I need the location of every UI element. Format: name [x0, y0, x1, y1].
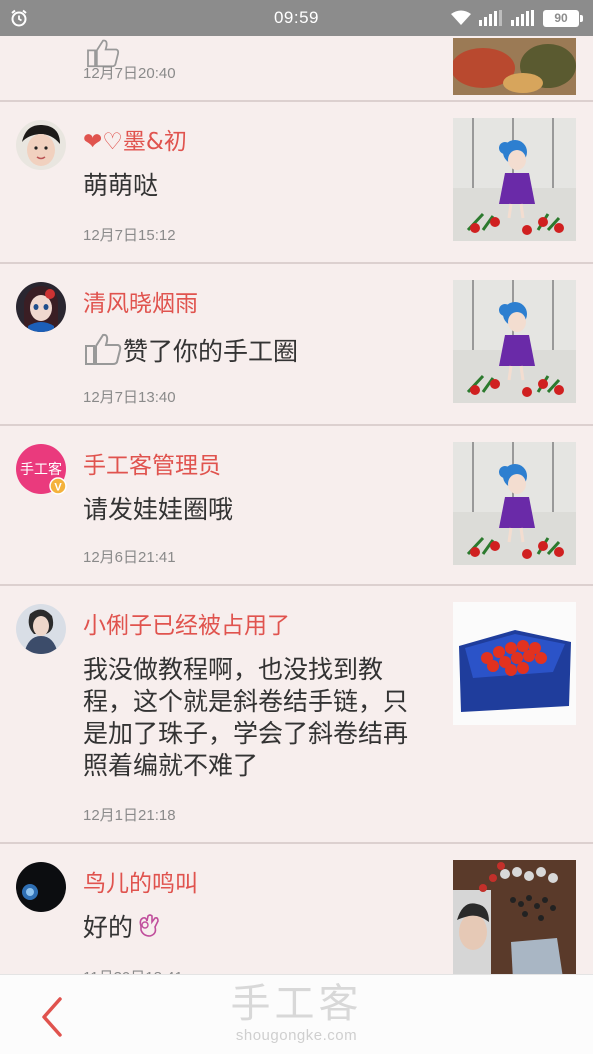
- signal-icon-2: [511, 10, 534, 26]
- list-item[interactable]: 12月7日20:40: [0, 36, 593, 102]
- list-item[interactable]: ❤♡墨&初 萌萌哒 12月7日15:12: [0, 102, 593, 264]
- brand-avatar-text: 手工客: [20, 461, 62, 478]
- ok-hand-emoji-icon: [139, 914, 159, 937]
- post-thumbnail[interactable]: [453, 118, 576, 241]
- comment-text: 赞了你的手工圈: [83, 332, 298, 368]
- comment-text: 请发娃娃圈哦: [83, 495, 234, 524]
- user-avatar[interactable]: 手工客 V: [16, 444, 67, 495]
- user-name[interactable]: 手工客管理员: [83, 446, 221, 480]
- user-name[interactable]: 鸟儿的鸣叫: [83, 864, 198, 898]
- timestamp: 12月7日15:12: [83, 227, 176, 244]
- user-avatar[interactable]: [16, 120, 66, 170]
- user-name[interactable]: 清风晓烟雨: [83, 284, 198, 318]
- comment-text: 我没做教程啊，也没找到教程，这个就是斜卷结手链，只是加了珠子，学会了斜卷结再照着…: [83, 655, 409, 780]
- liked-text: 赞了你的手工圈: [123, 337, 299, 366]
- list-item[interactable]: 手工客 V 手工客管理员 请发娃娃圈哦 12月6日21:41: [0, 426, 593, 586]
- timestamp: 12月1日21:18: [83, 807, 176, 824]
- thumbs-up-icon: [85, 333, 122, 365]
- list-item[interactable]: 清风晓烟雨 赞了你的手工圈 12月7日13:40: [0, 264, 593, 426]
- list-item[interactable]: 鸟儿的鸣叫 好的 11月30日18:41: [0, 844, 593, 974]
- user-avatar[interactable]: [16, 282, 66, 332]
- watermark-logo: 手工客 shougongke.com: [0, 981, 593, 1044]
- notification-feed[interactable]: 12月7日20:40 ❤♡墨&初 萌萌哒 12月7日15:12 清风晓烟雨 赞了…: [0, 36, 593, 974]
- timestamp: 12月6日21:41: [83, 549, 176, 566]
- battery-indicator: 90: [543, 9, 583, 27]
- signal-icon: [479, 10, 502, 26]
- post-thumbnail[interactable]: [453, 860, 576, 974]
- user-avatar[interactable]: [16, 604, 66, 654]
- user-name[interactable]: ❤♡墨&初: [83, 122, 187, 156]
- timestamp: 12月7日20:40: [83, 65, 176, 82]
- reply-text: 好的: [83, 913, 134, 942]
- user-avatar[interactable]: [16, 862, 66, 912]
- svg-text:V: V: [54, 482, 62, 494]
- post-thumbnail[interactable]: [453, 280, 576, 403]
- post-thumbnail[interactable]: [453, 38, 576, 95]
- user-name[interactable]: 小俐子已经被占用了: [83, 606, 290, 640]
- comment-text: 萌萌哒: [83, 171, 159, 200]
- list-item[interactable]: 小俐子已经被占用了 我没做教程啊，也没找到教程，这个就是斜卷结手链，只是加了珠子…: [0, 586, 593, 844]
- comment-text: 好的: [83, 912, 163, 944]
- brand-domain: shougongke.com: [235, 1027, 358, 1044]
- timestamp: 11月30日18:41: [83, 966, 183, 974]
- post-thumbnail[interactable]: [453, 442, 576, 565]
- brand-name: 手工客: [230, 981, 363, 1027]
- wifi-icon: [451, 10, 471, 25]
- bottom-bar: 手工客 shougongke.com: [0, 974, 593, 1054]
- status-bar: 09:59 90: [0, 0, 593, 36]
- post-thumbnail[interactable]: [453, 602, 576, 725]
- timestamp: 12月7日13:40: [83, 389, 176, 406]
